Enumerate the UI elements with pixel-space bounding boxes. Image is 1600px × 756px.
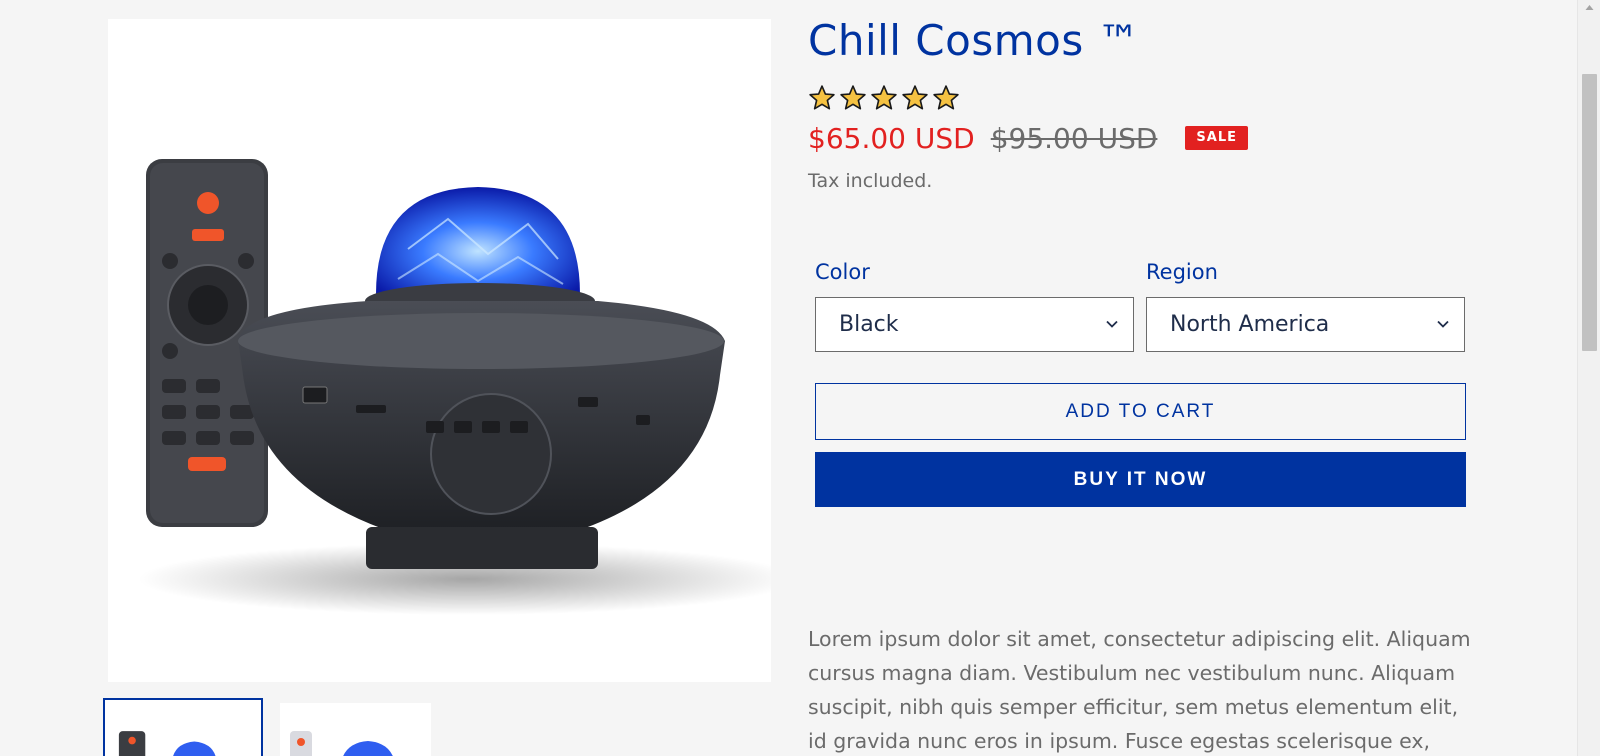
page-scrollbar[interactable] bbox=[1577, 0, 1600, 756]
sale-badge: SALE bbox=[1185, 126, 1248, 150]
thumbnail-2[interactable] bbox=[280, 703, 431, 756]
star-icon bbox=[932, 84, 960, 112]
color-label: Color bbox=[815, 260, 870, 284]
scrollbar-thumb[interactable] bbox=[1582, 74, 1597, 351]
sale-price: $65.00 USD bbox=[808, 121, 975, 155]
price-row: $65.00 USD $95.00 USD SALE bbox=[808, 118, 1248, 158]
galaxy-projector-image bbox=[138, 159, 771, 615]
thumbnail-1[interactable] bbox=[103, 698, 263, 756]
tax-note: Tax included. bbox=[808, 170, 933, 192]
compare-at-price: $95.00 USD bbox=[990, 121, 1158, 155]
buy-it-now-button[interactable]: BUY IT NOW bbox=[815, 452, 1466, 507]
thumbnail-image bbox=[290, 731, 393, 756]
product-page: Chill Cosmos ™ $65.00 USD $95.00 USD SAL… bbox=[0, 0, 1600, 756]
product-description: Lorem ipsum dolor sit amet, consectetur … bbox=[808, 627, 1471, 753]
product-main-image[interactable] bbox=[108, 19, 771, 682]
color-select-value: Black bbox=[839, 312, 899, 337]
color-select[interactable]: Black bbox=[815, 297, 1134, 352]
product-title: Chill Cosmos ™ bbox=[808, 16, 1141, 65]
add-to-cart-button[interactable]: ADD TO CART bbox=[815, 383, 1466, 440]
thumbnail-strip bbox=[103, 698, 443, 756]
thumbnail-image bbox=[118, 731, 216, 756]
region-select-value: North America bbox=[1170, 312, 1330, 337]
region-label: Region bbox=[1146, 260, 1218, 284]
rating-stars bbox=[808, 84, 960, 114]
star-icon bbox=[839, 84, 867, 112]
chevron-down-icon bbox=[1436, 317, 1450, 331]
scroll-up-arrow-icon[interactable] bbox=[1585, 4, 1594, 11]
region-select[interactable]: North America bbox=[1146, 297, 1465, 352]
chevron-down-icon bbox=[1105, 317, 1119, 331]
star-icon bbox=[808, 84, 836, 112]
star-icon bbox=[901, 84, 929, 112]
star-icon bbox=[870, 84, 898, 112]
